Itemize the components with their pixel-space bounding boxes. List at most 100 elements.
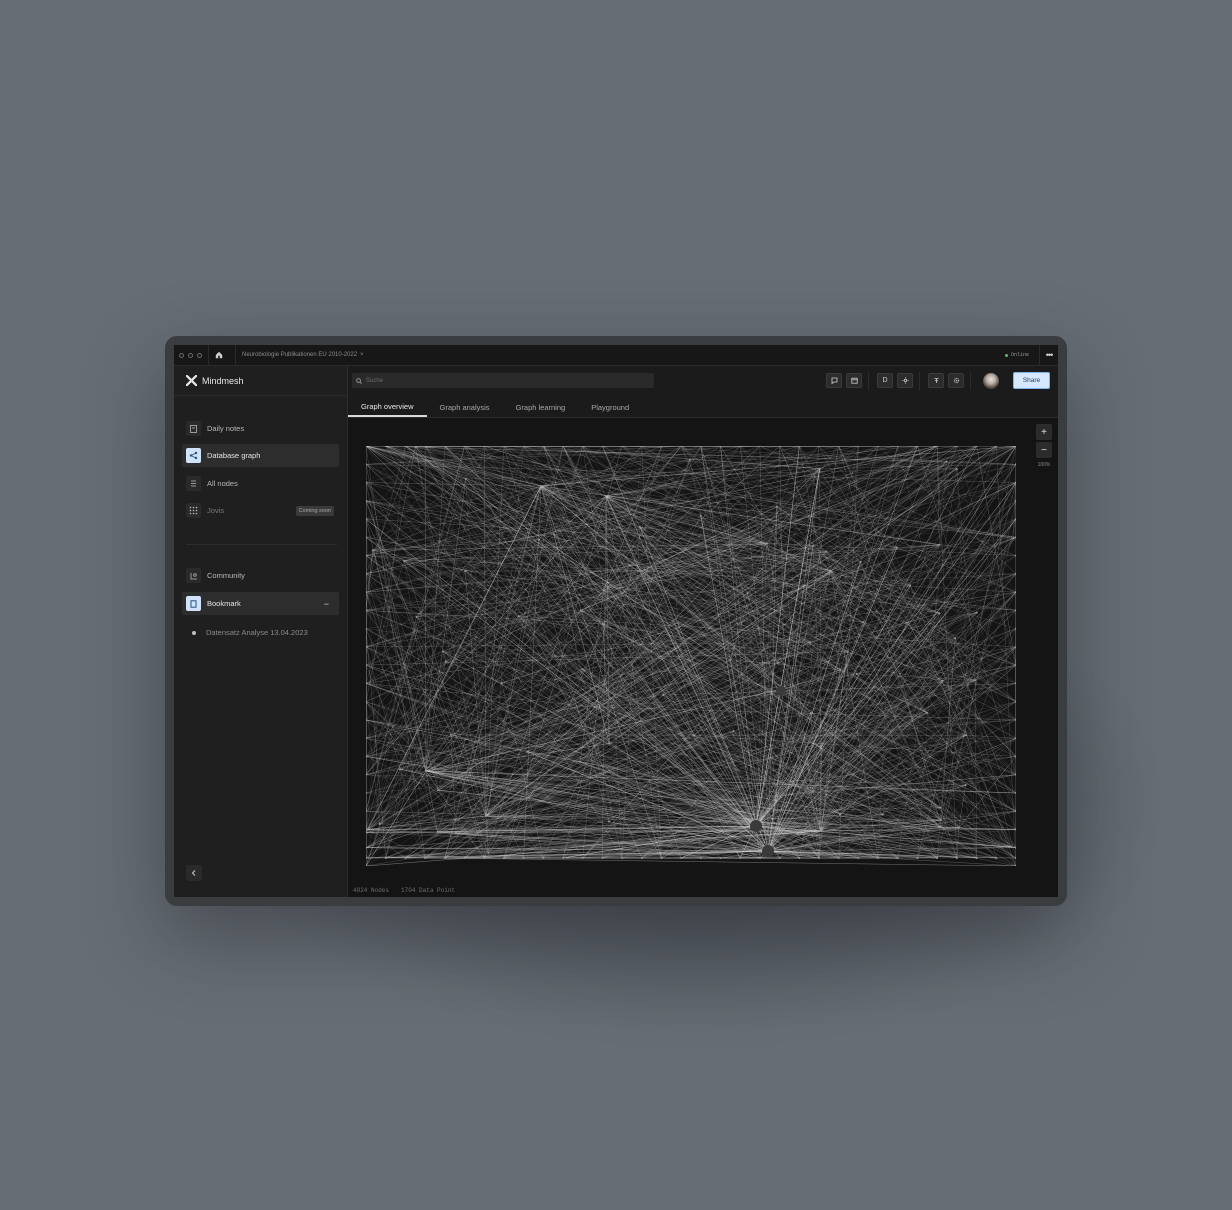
graph-node[interactable] bbox=[454, 832, 457, 835]
sidebar-item-community[interactable]: Community bbox=[182, 564, 339, 587]
graph-node[interactable] bbox=[729, 658, 732, 661]
graph-node[interactable] bbox=[965, 734, 968, 737]
sidebar-item-jovis[interactable]: Jovis Coming soon bbox=[182, 499, 339, 522]
graph-node[interactable] bbox=[464, 570, 467, 572]
graph-node[interactable] bbox=[1010, 845, 1013, 848]
graph-node[interactable] bbox=[579, 609, 582, 612]
window-controls[interactable] bbox=[179, 352, 202, 358]
graph-hub-node[interactable] bbox=[762, 845, 774, 857]
graph-node[interactable] bbox=[662, 694, 665, 696]
graph-node[interactable] bbox=[424, 857, 427, 859]
graph-node[interactable] bbox=[857, 857, 860, 859]
graph-node[interactable] bbox=[881, 813, 884, 816]
graph-node[interactable] bbox=[601, 857, 604, 859]
graph-node[interactable] bbox=[798, 857, 801, 859]
graph-node[interactable] bbox=[877, 857, 880, 859]
sidebar-item-database-graph[interactable]: Database graph bbox=[182, 444, 339, 467]
plugin-button[interactable] bbox=[928, 373, 944, 388]
graph-node[interactable] bbox=[837, 857, 840, 859]
graph-node[interactable] bbox=[607, 585, 609, 588]
graph-node[interactable] bbox=[464, 477, 467, 480]
graph-node[interactable] bbox=[954, 637, 957, 640]
graph-node[interactable] bbox=[450, 733, 452, 736]
close-tab-icon[interactable]: × bbox=[360, 352, 364, 358]
graph-node[interactable] bbox=[542, 857, 545, 859]
bookmark-entry[interactable]: Datensatz Analyse 13.04.2023 bbox=[192, 628, 308, 637]
graph-node[interactable] bbox=[975, 611, 978, 614]
graph-node[interactable] bbox=[680, 857, 683, 859]
graph-node[interactable] bbox=[839, 813, 841, 816]
graph-node[interactable] bbox=[621, 857, 624, 859]
graph-node[interactable] bbox=[916, 857, 919, 859]
graph-node[interactable] bbox=[463, 857, 466, 859]
graph-node[interactable] bbox=[974, 679, 977, 682]
maximize-window-icon[interactable] bbox=[197, 352, 202, 358]
graph-node[interactable] bbox=[581, 668, 584, 671]
graph-node[interactable] bbox=[425, 770, 427, 772]
graph-node[interactable] bbox=[758, 857, 761, 859]
home-icon[interactable] bbox=[209, 351, 229, 359]
graph-hub-node[interactable] bbox=[776, 686, 786, 696]
graph-node[interactable] bbox=[540, 485, 542, 487]
graph-node[interactable] bbox=[538, 538, 541, 541]
graph-node[interactable] bbox=[593, 706, 596, 708]
graph-node[interactable] bbox=[526, 750, 529, 753]
brand[interactable]: Mindmesh bbox=[174, 366, 347, 396]
close-window-icon[interactable] bbox=[179, 352, 184, 358]
graph-node[interactable] bbox=[825, 550, 828, 553]
graph-node[interactable] bbox=[699, 857, 702, 859]
graph-node[interactable] bbox=[830, 570, 832, 572]
zoom-out-button[interactable]: − bbox=[1036, 442, 1052, 458]
comment-button[interactable] bbox=[826, 373, 842, 388]
graph-node[interactable] bbox=[608, 742, 611, 745]
minimize-window-icon[interactable] bbox=[188, 352, 193, 358]
graph-node[interactable] bbox=[601, 623, 604, 626]
graph-node[interactable] bbox=[444, 660, 447, 663]
graph-node[interactable] bbox=[957, 826, 960, 829]
graph-node[interactable] bbox=[940, 826, 943, 829]
collapse-sidebar-button[interactable] bbox=[186, 865, 202, 881]
graph-node[interactable] bbox=[777, 661, 780, 664]
graph-node[interactable] bbox=[605, 495, 607, 497]
calendar-button[interactable] bbox=[846, 373, 862, 388]
graph-node[interactable] bbox=[975, 857, 978, 859]
graph-node[interactable] bbox=[820, 744, 823, 747]
graph-node[interactable] bbox=[1012, 537, 1015, 540]
graph-node[interactable] bbox=[896, 857, 899, 859]
graph-node[interactable] bbox=[443, 857, 446, 859]
graph-node[interactable] bbox=[936, 857, 939, 859]
graph-node[interactable] bbox=[660, 857, 663, 859]
graph-node[interactable] bbox=[732, 730, 735, 733]
sidebar-item-all-nodes[interactable]: All nodes bbox=[182, 472, 339, 495]
graph-node[interactable] bbox=[628, 564, 631, 567]
graph-node[interactable] bbox=[378, 823, 381, 825]
graph-node[interactable] bbox=[441, 650, 444, 653]
graph-node[interactable] bbox=[941, 679, 944, 682]
graph-node[interactable] bbox=[811, 545, 814, 547]
graph-node[interactable] bbox=[938, 543, 941, 546]
graph-node[interactable] bbox=[846, 650, 849, 653]
tab-graph-learning[interactable]: Graph learning bbox=[503, 397, 579, 417]
graph-node[interactable] bbox=[955, 857, 958, 859]
document-tab[interactable]: Neurobiologie Publikationen EU 2010-2022… bbox=[242, 352, 364, 358]
graph-node[interactable] bbox=[693, 734, 696, 737]
graph-node[interactable] bbox=[404, 857, 407, 859]
graph-node[interactable] bbox=[485, 815, 487, 817]
graph-node[interactable] bbox=[862, 621, 865, 624]
graph-node[interactable] bbox=[796, 833, 799, 836]
graph-node[interactable] bbox=[765, 542, 768, 545]
tab-graph-analysis[interactable]: Graph analysis bbox=[427, 397, 503, 417]
graph-node[interactable] bbox=[437, 789, 440, 792]
graph-node[interactable] bbox=[955, 468, 958, 470]
graph-node[interactable] bbox=[820, 830, 822, 832]
tab-playground[interactable]: Playground bbox=[578, 397, 642, 417]
graph-node[interactable] bbox=[809, 641, 812, 644]
graph-node[interactable] bbox=[818, 467, 821, 470]
graph-node[interactable] bbox=[366, 828, 369, 831]
more-options-icon[interactable]: ••• bbox=[1039, 345, 1058, 365]
graph-node[interactable] bbox=[776, 505, 778, 508]
graph-node[interactable] bbox=[818, 857, 820, 859]
graph-node[interactable] bbox=[562, 857, 564, 859]
graph-node[interactable] bbox=[502, 857, 505, 859]
graph-node[interactable] bbox=[602, 589, 605, 592]
